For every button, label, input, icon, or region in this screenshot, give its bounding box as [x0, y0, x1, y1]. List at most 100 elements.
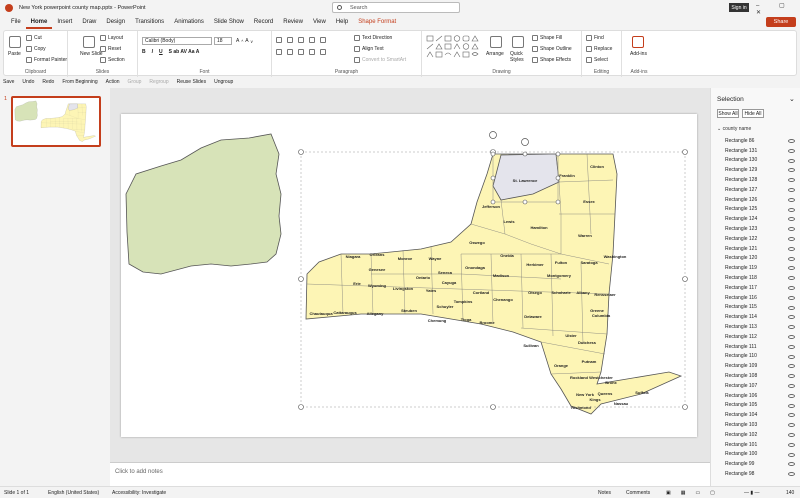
county-label[interactable]: Sullivan [523, 343, 539, 348]
zoom-slider[interactable]: — ▮ — [744, 490, 760, 496]
arrange-icon[interactable] [490, 36, 502, 48]
tab-slide-show[interactable]: Slide Show [209, 15, 249, 29]
county-label[interactable]: Orleans [370, 252, 386, 257]
regroup-button[interactable]: Regroup [149, 79, 168, 85]
layer-item[interactable]: Rectangle 124 [725, 214, 797, 224]
shape-effects-button[interactable]: Shape Effects [532, 57, 571, 63]
county-label[interactable]: Cattaraugus [333, 310, 357, 315]
eye-icon[interactable] [788, 325, 795, 330]
county-label[interactable]: Washington [604, 254, 627, 259]
comments-toggle[interactable]: Comments [626, 490, 650, 496]
county-label[interactable]: Livingston [393, 286, 414, 291]
rotate-handle-icon[interactable] [489, 131, 529, 146]
county-label[interactable]: Rockland [570, 375, 589, 380]
layer-item[interactable]: Rectangle 131 [725, 146, 797, 156]
format-painter-button[interactable]: Format Painter [26, 57, 67, 63]
notes-toggle[interactable]: Notes [598, 490, 611, 496]
addins-button[interactable]: Add-ins [630, 51, 647, 57]
county-label[interactable]: Madison [493, 273, 510, 278]
county-label[interactable]: Chemung [428, 318, 447, 323]
align-text-button[interactable]: Align Text [354, 46, 384, 52]
eye-icon[interactable] [788, 354, 795, 359]
layer-item[interactable]: Rectangle 122 [725, 234, 797, 244]
eye-icon[interactable] [788, 139, 795, 143]
county-label[interactable]: Oswego [469, 240, 485, 245]
eye-icon[interactable] [788, 237, 795, 241]
county-label[interactable]: Schoharie [551, 290, 571, 295]
layer-item[interactable]: Rectangle 103 [725, 420, 797, 430]
font-size-buttons[interactable]: A ^ Av [236, 38, 253, 44]
language-indicator[interactable]: English (United States) [48, 490, 99, 496]
reset-button[interactable]: Reset [100, 46, 121, 52]
county-label[interactable]: Jefferson [482, 204, 501, 209]
county-label[interactable]: Warren [578, 233, 592, 238]
tab-view[interactable]: View [308, 15, 331, 29]
county-label[interactable]: Dutchess [578, 340, 597, 345]
eye-icon[interactable] [788, 364, 795, 369]
layer-item[interactable]: Rectangle 120 [725, 254, 797, 264]
county-label[interactable]: Tioga [461, 317, 472, 322]
layer-item[interactable]: Rectangle 118 [725, 273, 797, 283]
undo-button[interactable]: Undo [22, 79, 34, 85]
eye-icon[interactable] [788, 178, 795, 183]
county-label[interactable]: St. Lawrence [513, 178, 538, 183]
county-label[interactable]: Otsego [528, 290, 542, 295]
show-all-button[interactable]: Show All [717, 109, 739, 118]
county-label[interactable]: Herkimer [526, 262, 544, 267]
eye-icon[interactable] [788, 188, 795, 192]
county-label[interactable]: Delaware [524, 314, 542, 319]
share-button[interactable]: Share [766, 17, 796, 27]
county-label[interactable]: Montgomery [547, 273, 572, 278]
county-label[interactable]: Wyoming [368, 283, 386, 288]
hide-all-button[interactable]: Hide All [742, 109, 764, 118]
county-label[interactable]: Onondaga [465, 265, 486, 270]
eye-icon[interactable] [788, 197, 795, 202]
new-slide-icon[interactable] [83, 36, 95, 48]
layer-item[interactable]: Rectangle 106 [725, 391, 797, 401]
eye-icon[interactable] [788, 256, 795, 261]
layout-button[interactable]: Layout [100, 35, 123, 41]
county-label[interactable]: Chautauqua [309, 311, 333, 316]
eye-icon[interactable] [788, 217, 795, 222]
tab-help[interactable]: Help [331, 15, 353, 29]
county-label[interactable]: Fulton [555, 260, 568, 265]
eye-icon[interactable] [788, 168, 795, 173]
group-button[interactable]: Group [128, 79, 142, 85]
layer-item[interactable]: Rectangle 123 [725, 224, 797, 234]
layer-item[interactable]: Rectangle 109 [725, 361, 797, 371]
shape-fill-button[interactable]: Shape Fill [532, 35, 562, 41]
eye-icon[interactable] [788, 315, 795, 320]
layer-item[interactable]: Rectangle 98 [725, 469, 797, 479]
county-label[interactable]: Albany [576, 290, 590, 295]
font-name-select[interactable]: Calibri (Body) [142, 37, 212, 45]
eye-icon[interactable] [788, 413, 795, 418]
layer-item[interactable]: Rectangle 104 [725, 410, 797, 420]
county-label[interactable]: Bronx [605, 380, 617, 385]
county-label[interactable]: Genesee [369, 267, 386, 272]
layer-item[interactable]: Rectangle 121 [725, 244, 797, 254]
eye-icon[interactable] [788, 472, 795, 477]
from-beginning-button[interactable]: From Beginning [62, 79, 97, 85]
eye-icon[interactable] [788, 295, 795, 300]
eye-icon[interactable] [788, 393, 795, 398]
tab-home[interactable]: Home [25, 15, 53, 29]
eye-icon[interactable] [788, 305, 795, 310]
eye-icon[interactable] [788, 403, 795, 408]
eye-icon[interactable] [788, 384, 795, 388]
layer-item[interactable]: Rectangle 113 [725, 322, 797, 332]
layer-item[interactable]: Rectangle 99 [725, 459, 797, 469]
layer-item[interactable]: Rectangle 110 [725, 352, 797, 362]
arrange-button[interactable]: Arrange [486, 51, 504, 57]
eye-icon[interactable] [788, 462, 795, 467]
eye-icon[interactable] [788, 344, 795, 349]
redo-button[interactable]: Redo [42, 79, 54, 85]
action-button[interactable]: Action [106, 79, 120, 85]
paste-icon[interactable] [9, 36, 21, 48]
eye-icon[interactable] [788, 286, 795, 290]
shape-outline-button[interactable]: Shape Outline [532, 46, 572, 52]
paste-button[interactable]: Paste [8, 51, 21, 57]
county-label[interactable]: Erie [353, 281, 361, 286]
quick-styles-icon[interactable] [512, 36, 524, 48]
reuse-slides-button[interactable]: Reuse Slides [177, 79, 206, 85]
addins-icon[interactable] [632, 36, 644, 48]
